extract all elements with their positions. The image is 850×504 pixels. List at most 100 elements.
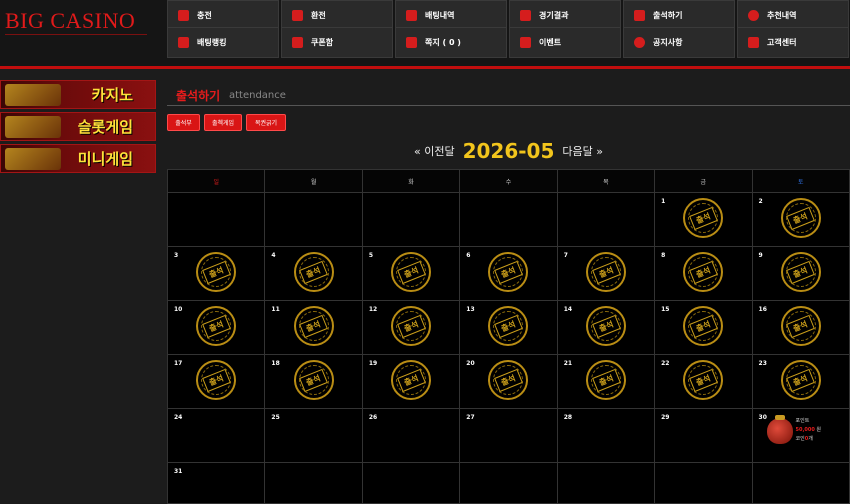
attendance-stamp-icon: 출석 bbox=[683, 198, 724, 238]
attendance-stamp-icon: 출석 bbox=[488, 306, 529, 346]
calendar-day-cell: 19 출석 bbox=[361, 354, 461, 409]
calendar-empty-cell bbox=[264, 462, 363, 504]
calendar-day-cell: 17 출석 bbox=[166, 354, 266, 409]
attendance-stamp-icon: 출석 bbox=[683, 306, 724, 346]
nav-label: 공지사항 bbox=[653, 38, 683, 47]
stamp-label: 출석 bbox=[299, 368, 328, 392]
nav-label: 충전 bbox=[197, 11, 212, 20]
attendance-stamp-icon: 출석 bbox=[293, 252, 334, 292]
title-divider bbox=[167, 105, 850, 106]
calendar-day-cell: 31 bbox=[166, 462, 266, 504]
day-number: 5 bbox=[368, 252, 374, 259]
calendar-day-cell: 14 출석 bbox=[556, 300, 656, 355]
weekday-mon: 월 bbox=[264, 169, 363, 193]
calendar-week-row: 3 출석 4 출석 5 출석 6 출석 7 출석 8 출석 9 출석 bbox=[166, 246, 850, 301]
nav-label: 추천내역 bbox=[767, 11, 797, 20]
sidebar-minigame-banner[interactable]: 미니게임 bbox=[0, 144, 156, 173]
calendar-week-row: 1 출석 2 출석 bbox=[166, 192, 850, 247]
calendar-empty-cell bbox=[166, 192, 266, 247]
stamp-label: 출석 bbox=[689, 368, 718, 392]
day-number: 24 bbox=[174, 414, 183, 421]
stamp-label: 출석 bbox=[786, 368, 816, 392]
calendar-empty-cell bbox=[361, 462, 461, 504]
calendar-day-cell: 16 출석 bbox=[751, 300, 850, 355]
calendar-day-cell: 9 출석 bbox=[751, 246, 850, 301]
attendance-stamp-icon: 출석 bbox=[391, 306, 432, 346]
calendar-day-cell: 21 출석 bbox=[556, 354, 656, 409]
month-navigation: « 이전달 2026-05 다음달 » bbox=[167, 138, 850, 164]
attendance-stamp-icon: 출석 bbox=[293, 360, 334, 400]
next-month-link[interactable]: 다음달 » bbox=[562, 143, 603, 159]
attendance-stamp-icon: 출석 bbox=[780, 198, 821, 238]
calendar-day-cell: 11 출석 bbox=[264, 300, 363, 355]
day-number: 3 bbox=[174, 252, 179, 259]
attendance-stamp-icon: 출석 bbox=[585, 360, 626, 400]
weekday-header-row: 일 월 화 수 목 금 토 bbox=[166, 169, 850, 193]
day-number: 12 bbox=[368, 306, 378, 313]
attendance-stamp-icon: 출석 bbox=[391, 360, 432, 400]
sidebar-banner-label: 슬롯게임 bbox=[77, 118, 133, 136]
sidebar-casino-banner[interactable]: 카지노 bbox=[0, 80, 156, 109]
attendance-stamp-icon: 출석 bbox=[196, 252, 237, 292]
nav-message-button[interactable]: 쪽지 ( 0 ) bbox=[395, 27, 507, 58]
stamp-label: 출석 bbox=[494, 368, 523, 392]
day-number: 7 bbox=[563, 252, 568, 259]
day-number: 21 bbox=[563, 360, 573, 367]
reward-info: 포인트 50,000 원 코인0개 bbox=[766, 414, 822, 444]
sidebar-slot-banner[interactable]: 슬롯게임 bbox=[0, 112, 156, 141]
attendance-stamp-icon: 출석 bbox=[488, 252, 529, 292]
nav-coupon-button[interactable]: 쿠폰함 bbox=[281, 27, 393, 58]
stamp-label: 출석 bbox=[591, 368, 621, 392]
stamp-label: 출석 bbox=[299, 314, 328, 338]
day-number: 23 bbox=[758, 360, 767, 367]
day-number: 20 bbox=[466, 360, 475, 367]
logo-underline bbox=[5, 34, 147, 35]
stamp-label: 출석 bbox=[201, 368, 231, 392]
day-number: 26 bbox=[368, 414, 378, 421]
calendar-day-cell: 12 출석 bbox=[361, 300, 461, 355]
nav-label: 쿠폰함 bbox=[311, 38, 334, 47]
attendance-stamp-icon: 출석 bbox=[196, 360, 237, 400]
lottery-scratch-button[interactable]: 복권긁기 bbox=[246, 114, 286, 131]
stamp-label: 출석 bbox=[786, 206, 816, 230]
nav-notice-button[interactable]: 공지사항 bbox=[623, 27, 735, 58]
calendar-week-row: 17 출석 18 출석 19 출석 20 출석 21 출석 22 출석 23 출석 bbox=[166, 354, 850, 409]
weekday-sun: 일 bbox=[166, 169, 266, 193]
weekday-thu: 목 bbox=[556, 169, 656, 193]
calendar-empty-cell bbox=[556, 462, 656, 504]
calendar-empty-cell bbox=[751, 462, 850, 504]
calendar-day-cell: 10 출석 bbox=[166, 300, 266, 355]
calendar-day-cell: 23 출석 bbox=[751, 354, 850, 409]
calendar-day-cell: 6 출석 bbox=[459, 246, 558, 301]
calendar-day-cell: 29 bbox=[654, 408, 753, 463]
nav-event-button[interactable]: 이벤트 bbox=[509, 27, 621, 58]
referral-icon bbox=[748, 10, 759, 21]
logo[interactable]: BIG CASINO bbox=[5, 8, 135, 34]
calendar-empty-cell bbox=[654, 462, 753, 504]
day-number: 19 bbox=[368, 360, 378, 367]
nav-label: 배팅랭킹 bbox=[197, 38, 227, 47]
nav-ranking-button[interactable]: 배팅랭킹 bbox=[167, 27, 279, 58]
calendar-day-cell: 20 출석 bbox=[459, 354, 558, 409]
stamp-label: 출석 bbox=[689, 314, 718, 338]
reward-unit: 원 bbox=[816, 427, 822, 433]
calendar-day-cell: 27 bbox=[459, 408, 558, 463]
attendance-game-button[interactable]: 출첵게임 bbox=[204, 114, 242, 131]
coupon-icon bbox=[292, 37, 303, 48]
bet-history-icon bbox=[406, 10, 417, 21]
gift-icon bbox=[520, 37, 531, 48]
prev-month-link[interactable]: « 이전달 bbox=[414, 143, 455, 159]
current-month: 2026-05 bbox=[462, 139, 555, 163]
attendance-book-button[interactable]: 출석부 bbox=[167, 114, 200, 131]
attendance-stamp-icon: 출석 bbox=[391, 252, 432, 292]
casino-icon bbox=[5, 84, 61, 106]
attendance-calendar: 일 월 화 수 목 금 토 1 출석 2 출석 3 출석 4 출석 5 출석 6 출석 7 출석 8 출석 9 출… bbox=[166, 169, 850, 504]
calendar-empty-cell bbox=[361, 192, 461, 247]
weekday-fri: 금 bbox=[654, 169, 753, 193]
nav-label: 쪽지 ( 0 ) bbox=[425, 38, 461, 47]
message-icon bbox=[406, 37, 417, 48]
calendar-day-cell: 25 bbox=[264, 408, 363, 463]
stamp-label: 출석 bbox=[494, 260, 523, 284]
nav-support-button[interactable]: 고객센터 bbox=[737, 27, 849, 58]
calendar-day-cell: 3 출석 bbox=[166, 246, 266, 301]
